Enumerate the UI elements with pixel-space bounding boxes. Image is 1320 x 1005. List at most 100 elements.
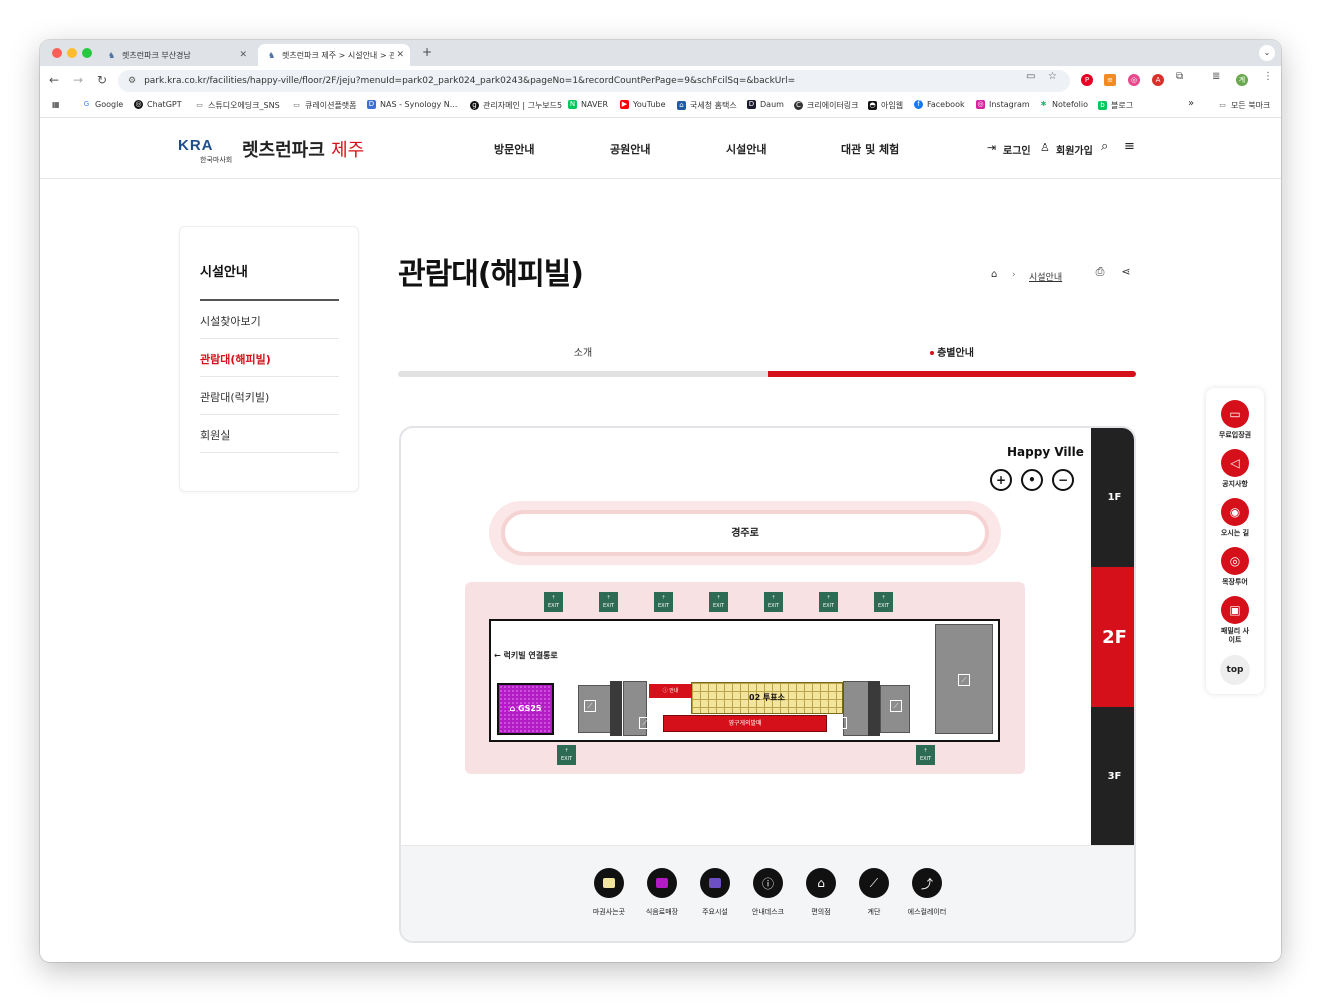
legend-convenience[interactable]: ⌂ 편의점 [791,868,851,917]
gnuboard-icon: g [470,101,479,110]
quick-ranch-tour[interactable]: ◎ 목장투어 [1206,547,1264,587]
bookmark-naver[interactable]: N NAVER [568,100,608,109]
address-bar[interactable]: ⚙ park.kra.co.kr/facilities/happy-ville/… [118,70,1070,92]
floor-3f-button[interactable]: 3F [1091,707,1134,845]
sidebar-item-members[interactable]: 회원실 [200,415,339,453]
scroll-top-button[interactable]: top [1220,655,1250,685]
quick-directions[interactable]: ◉ 오시는 길 [1206,498,1264,538]
tab-close-icon[interactable]: ✕ [396,50,404,60]
maximize-window-button[interactable] [82,48,92,58]
bookmark-instagram[interactable]: ◎ Instagram [976,100,1030,109]
bookmark-chatgpt[interactable]: ◎ ChatGPT [134,100,182,109]
legend-stairs[interactable]: ⟋ 계단 [844,868,904,917]
bookmark-youtube[interactable]: ▶ YouTube [620,100,666,109]
bookmark-hometax[interactable]: ⌂ 국세청 홈택스 [677,100,737,111]
breadcrumb-current[interactable]: 시설안내 [1029,270,1062,283]
site-logo-name[interactable]: 렛츠런파크 제주 [242,136,364,162]
exit-sign: ⇡ EXIT [764,592,783,612]
bookmark-imweb[interactable]: ◓ 아임웹 [868,100,903,111]
chatgpt-icon: ◎ [134,100,143,109]
bookmark-facebook[interactable]: f Facebook [914,100,965,109]
bookmark-daum[interactable]: D Daum [747,100,784,109]
extension-icon[interactable]: ◎ [1128,74,1140,86]
extension-icon[interactable]: ≡ [1104,74,1116,86]
all-bookmarks-folder[interactable]: ▭ 모든 북마크 [1218,100,1270,111]
tab-indicator-active [768,371,1136,377]
bookmarks-overflow-button[interactable]: » [1188,98,1194,109]
betting-machines[interactable]: 영구게의발매 [663,715,827,732]
menu-kebab-icon[interactable]: ⋮ [1263,71,1273,82]
nav-park[interactable]: 공원안내 [610,141,650,157]
site-settings-icon[interactable]: ⚙ [128,76,136,86]
new-tab-button[interactable]: + [422,45,432,59]
ticket-area[interactable]: 02 투표소 [691,682,843,714]
tab-intro[interactable]: 소개 [398,344,768,359]
exit-person-icon: ⇡ [771,595,776,601]
legend-info-desk[interactable]: ⓘ 안내데스크 [738,868,798,917]
floor-1f-button[interactable]: 1F [1091,428,1134,567]
bookmark-google[interactable]: G Google [82,100,123,109]
cast-icon[interactable]: ▭ [1026,71,1035,82]
signup-link[interactable]: 회원가입 [1056,142,1093,157]
puzzle-extensions-icon[interactable]: ⧉ [1176,71,1183,82]
nav-rental[interactable]: 대관 및 체험 [841,141,899,157]
tab-search-chevron-icon[interactable]: ⌄ [1259,45,1275,61]
hamburger-menu-icon[interactable]: ≡ [1124,139,1135,154]
kra-logo-subtitle: 한국마사회 [200,156,233,164]
legend-ticket[interactable]: 마권사는곳 [579,868,639,917]
share-icon[interactable]: ⋖ [1118,265,1134,281]
print-icon[interactable]: ⎙ [1092,265,1108,281]
bookmark-nas[interactable]: D NAS - Synology N... [367,100,457,109]
close-window-button[interactable] [52,48,62,58]
back-arrow-icon[interactable]: ← [46,73,62,87]
zoom-in-button[interactable]: + [990,469,1012,491]
zoom-out-button[interactable]: − [1052,469,1074,491]
bookmark-folder-curation[interactable]: ▭ 큐레이션플랫폼 [292,100,356,111]
quick-notice[interactable]: ◁ 공지사항 [1206,449,1264,489]
forward-arrow-icon[interactable]: → [70,73,86,87]
exit-sign: ⇡ EXIT [599,592,618,612]
login-link[interactable]: 로그인 [1003,142,1031,157]
exit-person-icon: ⇡ [551,595,556,601]
sidebar-item-find[interactable]: 시설찾아보기 [200,301,339,339]
bookmark-notefolio[interactable]: ✱ Notefolio [1039,100,1088,109]
gs25-store[interactable]: ⌂ GS25 [497,683,554,735]
legend-food[interactable]: 식음료매장 [632,868,692,917]
reading-list-icon[interactable]: ≣ [1212,71,1220,82]
tab-floor-guide[interactable]: 층별안내 [768,344,1136,359]
browser-tab-jeju[interactable]: ♞ 렛츠런파크 제주 > 시설안내 > 관람 ✕ [258,44,410,66]
browser-tab-busan[interactable]: ♞ 렛츠런파크 부산경남 ✕ [98,44,253,66]
bookmark-folder-sns[interactable]: ▭ 스튜디오에딩크_SNS [195,100,279,111]
bookmark-star-icon[interactable]: ☆ [1048,71,1057,82]
horse-favicon-icon: ♞ [268,50,276,60]
reload-icon[interactable]: ↻ [94,73,110,87]
kra-logo[interactable]: KRA [178,137,214,154]
nav-visit[interactable]: 방문안내 [494,141,534,157]
quick-free-ticket[interactable]: ▭ 무료입장권 [1206,400,1264,440]
info-desk[interactable]: ⓘ 안내 [649,684,692,698]
search-icon[interactable]: ⌕ [1101,139,1108,154]
sidebar-item-happy-ville[interactable]: 관람대(해피빌) [200,339,339,377]
imweb-icon: ◓ [868,101,877,110]
bookmark-blog[interactable]: b 블로그 [1098,100,1133,111]
nav-facilities[interactable]: 시설안내 [726,141,766,157]
legend-main-facility[interactable]: 주요시설 [685,868,745,917]
pinterest-extension-icon[interactable]: P [1081,74,1093,86]
home-icon[interactable]: ⌂ [991,269,997,280]
tab-close-icon[interactable]: ✕ [239,50,247,60]
apps-grid-icon[interactable]: ▦ [52,100,60,109]
bookmark-gnuboard[interactable]: g 관리자메인 | 그누보드5 [470,100,562,111]
bookmark-creatorlink[interactable]: C 크리에이터링크 [794,100,859,111]
exit-sign: ⇡ EXIT [654,592,673,612]
adblock-extension-icon[interactable]: A [1152,74,1164,86]
profile-avatar[interactable]: 계 [1236,74,1248,86]
zoom-reset-button[interactable]: • [1021,469,1043,491]
quick-family-site[interactable]: ▣ 패밀리 사이트 [1206,596,1264,645]
floor-2f-button[interactable]: 2F [1091,567,1134,707]
restroom-block[interactable] [868,681,880,736]
sidebar-item-lucky-ville[interactable]: 관람대(럭키빌) [200,377,339,415]
food-court-icon [647,868,677,898]
minimize-window-button[interactable] [67,48,77,58]
legend-escalator[interactable]: ⤴ 에스컬레이터 [897,868,957,917]
restroom-block[interactable] [610,681,622,736]
